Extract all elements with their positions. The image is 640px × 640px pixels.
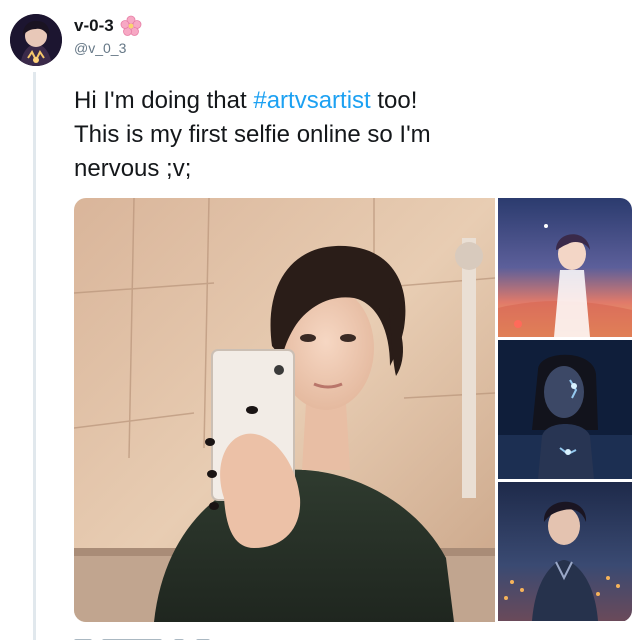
tweet-text: Hi I'm doing that #artvsartist too! This… (74, 84, 614, 186)
media-thumb-2[interactable] (498, 340, 632, 479)
anime-city-night-artwork-icon (498, 482, 632, 621)
media-main-photo[interactable] (74, 198, 495, 622)
user-block: v-0-3 @v_0_3 (74, 14, 142, 56)
tweet-text-before: Hi I'm doing that (74, 87, 254, 114)
action-bar-peek (74, 630, 274, 640)
display-name-row: v-0-3 (74, 14, 142, 38)
avatar[interactable] (10, 14, 62, 66)
display-name[interactable]: v-0-3 (74, 16, 114, 36)
selfie-photo-icon (74, 198, 495, 622)
media-grid (74, 198, 632, 622)
hashtag-link[interactable]: #artvsartist (253, 87, 370, 114)
tweet: v-0-3 @v_0_3 Hi I'm doing that #artvsart… (0, 0, 640, 640)
media-side-column (498, 198, 632, 622)
user-handle[interactable]: @v_0_3 (74, 40, 142, 56)
anime-sunset-artwork-icon (498, 198, 632, 337)
anime-night-glow-artwork-icon (498, 340, 632, 479)
cherry-blossom-icon (120, 15, 142, 37)
media-thumb-3[interactable] (498, 482, 632, 621)
thread-line (33, 72, 36, 640)
media-thumb-1[interactable] (498, 198, 632, 337)
